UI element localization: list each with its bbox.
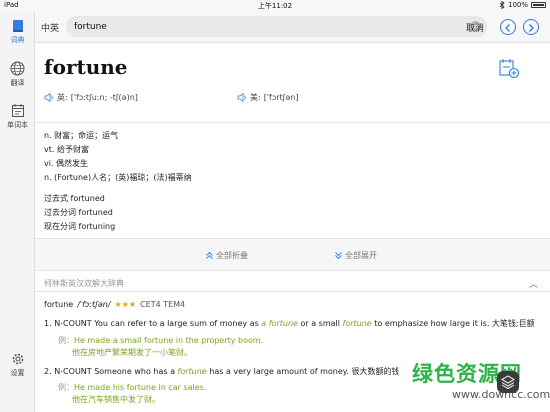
divider — [35, 122, 550, 123]
status-right: 100% — [499, 1, 546, 9]
sidebar: 词典 翻译 单词本 设置 — [0, 11, 35, 412]
us-label: 美: — [250, 93, 261, 102]
back-button[interactable] — [500, 19, 516, 35]
sense-text: to emphasize how large it is. 大笔钱;巨额 — [371, 319, 535, 328]
sense-text: N-COUNT You can refer to a large sum of … — [54, 319, 262, 328]
gear-icon — [12, 353, 23, 365]
example-en: He made a small fortune in the property … — [74, 336, 264, 345]
collins-entry-header: fortune /ˈfɔːtʃən/ ★★★ CET4 TEM4 — [44, 300, 185, 309]
expand-all-button[interactable]: 全部展开 — [334, 250, 377, 261]
layers-button[interactable] — [497, 371, 519, 393]
sidebar-item-dictionary[interactable]: 词典 — [0, 19, 35, 45]
sidebar-item-label: 设置 — [10, 369, 25, 377]
definition-line: vt. 给予财富 — [44, 145, 89, 154]
calendar-icon — [11, 104, 24, 117]
search-bar: 中英 × 取消 — [35, 11, 550, 43]
collapse-all-label: 全部折叠 — [216, 251, 248, 260]
example-zh: 他在房地产繁荣期发了一小笔财。 — [72, 348, 192, 357]
us-ipa: ['fɔrtʃən] — [263, 93, 299, 102]
globe-icon — [10, 61, 25, 76]
example-zh: 他在汽车销售中发了财。 — [72, 395, 160, 404]
sense-text: has a very large amount of money. 很大数额的钱 — [206, 367, 400, 376]
watermark: 绿色资源网 www.downcc.com — [398, 356, 550, 412]
sense-text: or a small — [297, 319, 343, 328]
entry-phonetic: /ˈfɔːtʃən/ — [77, 300, 111, 309]
definition-line: n. (Fortune)人名；(英)福琼；(法)福蒂纳 — [44, 173, 192, 182]
level-tags: CET4 TEM4 — [140, 300, 186, 309]
chevron-left-icon — [505, 24, 510, 32]
sidebar-item-settings[interactable]: 设置 — [0, 352, 35, 378]
speaker-icon — [237, 93, 246, 102]
sense-text: N-COUNT Someone who has a — [54, 367, 178, 376]
sense-keyword: a fortune — [261, 319, 298, 328]
definition-line: n. 财富；命运；运气 — [44, 131, 119, 140]
double-chevron-down-icon — [335, 252, 342, 260]
sidebar-item-label: 单词本 — [7, 121, 28, 129]
collins-sense: 1. N-COUNT You can refer to a large sum … — [44, 318, 544, 330]
frequency-stars: ★★★ — [114, 300, 137, 309]
uk-pronunciation[interactable]: 英: ['fɔːtʃuːn; -tʃ(ə)n] — [44, 92, 138, 103]
word-form: 现在分词 fortuning — [44, 222, 116, 231]
status-bar: iPad 上午11:02 100% — [0, 0, 550, 11]
bluetooth-icon — [499, 1, 505, 9]
battery-icon — [531, 2, 546, 8]
word-forms: 过去式 fortuned 过去分词 fortuned 现在分词 fortunin… — [44, 192, 115, 234]
sidebar-item-label: 翻译 — [10, 79, 25, 87]
expand-bar: 全部折叠 全部展开 — [35, 238, 550, 271]
add-to-wordbook-button[interactable] — [498, 57, 520, 83]
clock: 上午11:02 — [257, 2, 293, 10]
sense-number: 2. — [44, 367, 52, 376]
collins-section-header[interactable]: 柯林斯英汉双解大辞典 ︿ — [35, 275, 550, 292]
expand-all-label: 全部展开 — [345, 251, 377, 260]
example-label: 例： — [58, 383, 74, 392]
section-title: 柯林斯英汉双解大辞典 — [44, 279, 124, 288]
collapse-all-button[interactable]: 全部折叠 — [205, 250, 248, 261]
example-en: He made his fortune in car sales. — [74, 383, 207, 392]
sense-keyword: fortune — [342, 319, 372, 328]
word-form: 过去分词 fortuned — [44, 208, 113, 217]
chevron-up-icon: ︿ — [528, 280, 538, 290]
sidebar-item-translate[interactable]: 翻译 — [0, 61, 35, 88]
sense-keyword: fortune — [177, 367, 207, 376]
definition-line: vi. 偶然发生 — [44, 159, 89, 168]
headword: fortune — [44, 55, 128, 79]
entry-word: fortune — [44, 300, 74, 309]
sidebar-item-wordbook[interactable]: 单词本 — [0, 103, 35, 130]
battery-percent: 100% — [507, 1, 528, 9]
uk-ipa: ['fɔːtʃuːn; -tʃ(ə)n] — [70, 93, 138, 102]
uk-label: 英: — [57, 93, 68, 102]
double-chevron-up-icon — [206, 251, 213, 259]
example-label: 例： — [58, 336, 74, 345]
cancel-button[interactable]: 取消 — [466, 21, 484, 34]
search-box: × — [66, 16, 487, 37]
language-toggle[interactable]: 中英 — [41, 21, 59, 34]
add-wordbook-icon — [499, 59, 520, 79]
collins-example: 例：He made a small fortune in the propert… — [58, 335, 263, 359]
us-pronunciation[interactable]: 美: ['fɔrtʃən] — [237, 92, 298, 103]
sense-number: 1. — [44, 319, 52, 328]
search-input[interactable] — [74, 20, 464, 33]
app-window: iPad 上午11:02 100% 词典 翻译 单词本 设置 中英 fortun… — [0, 0, 550, 412]
book-icon — [12, 20, 23, 32]
layers-icon — [501, 375, 515, 390]
chevron-right-icon — [529, 24, 534, 32]
collins-example: 例：He made his fortune in car sales. 他在汽车… — [58, 382, 206, 406]
word-form: 过去式 fortuned — [44, 194, 105, 203]
speaker-icon — [44, 93, 53, 102]
basic-definitions: n. 财富；命运；运气 vt. 给予财富 vi. 偶然发生 n. (Fortun… — [44, 129, 192, 185]
forward-button[interactable] — [523, 19, 539, 35]
sidebar-item-label: 词典 — [10, 36, 25, 44]
